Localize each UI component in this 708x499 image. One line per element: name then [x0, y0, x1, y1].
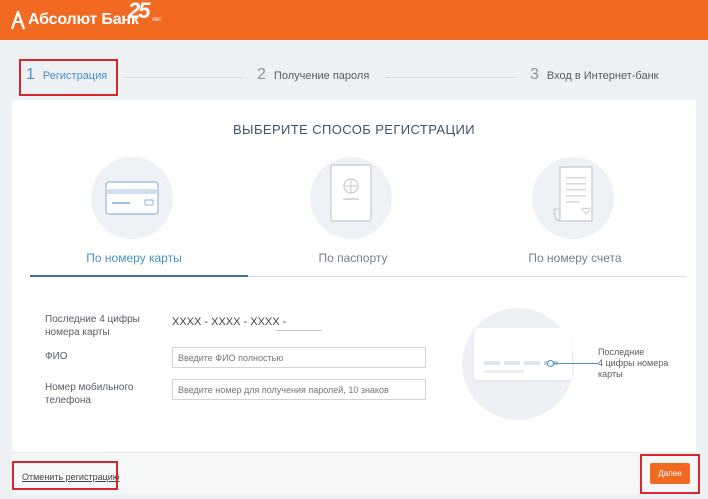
- highlight-box: [19, 59, 118, 96]
- step-internet-bank-login: 3 Вход в Интернет-банк: [530, 66, 658, 84]
- brand-name: Абсолют Банк: [28, 11, 139, 28]
- active-tab-indicator: [30, 275, 248, 277]
- step-number: 3: [530, 66, 539, 83]
- method-tab-card[interactable]: По номеру карты: [29, 157, 239, 275]
- phone-input[interactable]: [172, 379, 426, 400]
- method-label: По номеру карты: [86, 251, 182, 265]
- step-label: Вход в Интернет-банк: [546, 70, 659, 82]
- card-digits-label-line: Последние 4 цифры: [45, 314, 140, 325]
- highlight-box: [640, 454, 700, 494]
- card-number-mask: XXXX - XXXX - XXXX -: [172, 316, 287, 328]
- account-document-icon: [553, 166, 593, 222]
- illustration-note: Последние 4 цифры номера карты: [598, 347, 678, 380]
- bank-logo[interactable]: Абсолют Банк: [10, 8, 139, 32]
- illustration-note-line: карты: [598, 369, 623, 379]
- top-bar: Абсолют Банк 25 лет: [0, 0, 708, 40]
- phone-label: Номер мобильного телефона: [45, 381, 133, 407]
- step-divider: [124, 77, 242, 78]
- step-label: Получение пароля: [273, 70, 370, 82]
- tabs-divider: [248, 276, 686, 277]
- registration-card: ВЫБЕРИТЕ СПОСОБ РЕГИСТРАЦИИ По номеру ка…: [12, 100, 696, 452]
- illustration-pointer-dot: [547, 360, 554, 367]
- illustration-note-line: Последние: [598, 347, 645, 357]
- fio-input[interactable]: [172, 347, 426, 368]
- card-illustration: [474, 328, 572, 380]
- phone-label-line: телефона: [45, 395, 91, 406]
- anniversary-number: 25: [128, 0, 151, 23]
- step-get-password: 2 Получение пароля: [257, 66, 369, 84]
- card-last-digits-input[interactable]: [276, 330, 322, 331]
- method-label: По номеру счета: [528, 251, 622, 265]
- anniversary-suffix: лет: [152, 17, 162, 23]
- step-divider: [386, 77, 516, 78]
- phone-label-line: Номер мобильного: [45, 382, 134, 393]
- highlight-box: [12, 461, 118, 490]
- card-digits-label: Последние 4 цифры номера карты: [45, 313, 140, 339]
- card-digits-hint-icon: [484, 361, 558, 373]
- bank-card-icon: [105, 181, 159, 215]
- method-tab-passport[interactable]: По паспорту: [248, 157, 458, 275]
- logo-mark-icon: [10, 10, 26, 30]
- page-title: ВЫБЕРИТЕ СПОСОБ РЕГИСТРАЦИИ: [232, 122, 476, 137]
- illustration-note-line: 4 цифры номера: [598, 358, 669, 368]
- step-number: 2: [257, 66, 266, 83]
- method-label: По паспорту: [318, 251, 388, 265]
- fio-label: ФИО: [45, 351, 68, 362]
- illustration-leader-line: [552, 363, 598, 364]
- passport-icon: [330, 164, 372, 222]
- method-tab-account[interactable]: По номеру счета: [470, 157, 680, 275]
- card-digits-label-line: номера карты: [45, 327, 110, 338]
